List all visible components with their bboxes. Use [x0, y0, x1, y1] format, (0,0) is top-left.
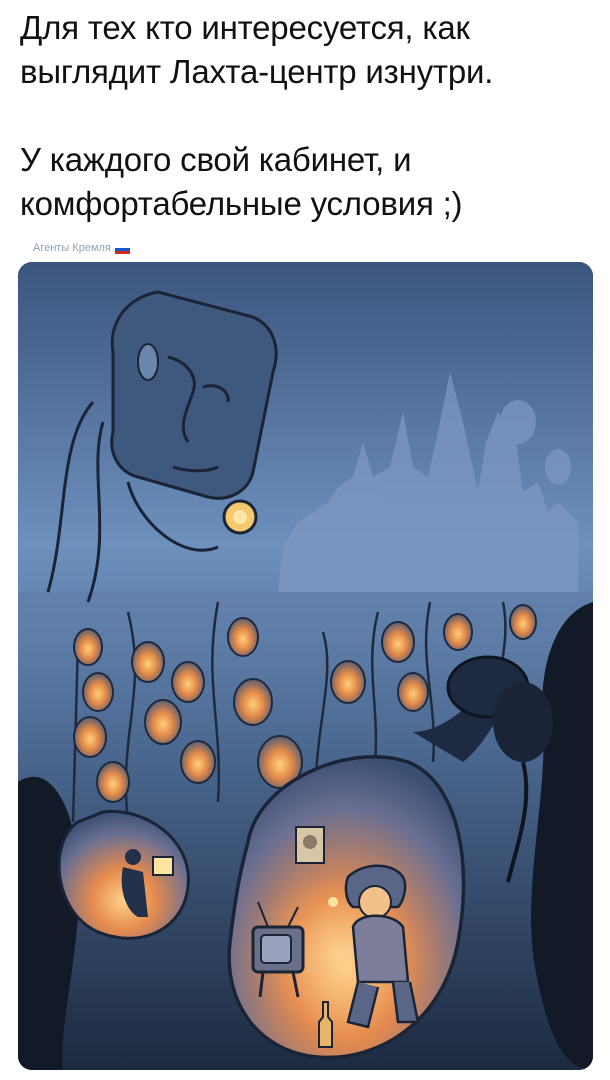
source-caption[interactable]: Агенты Кремля	[33, 242, 130, 254]
post-text-line: Для тех кто интересуется, как	[20, 9, 470, 46]
post-text: Для тех кто интересуется, как выглядит Л…	[20, 6, 595, 226]
post-text-line: выглядит Лахта-центр изнутри.	[20, 53, 494, 90]
post-text-line: У каждого свой кабинет, и	[20, 141, 412, 178]
post-image[interactable]	[18, 262, 593, 1070]
russian-flag-icon	[114, 244, 130, 254]
source-label[interactable]: Агенты Кремля	[33, 242, 111, 254]
illustration-svg	[18, 262, 593, 1070]
post-text-line: комфортабельные условия ;)	[20, 185, 463, 222]
flag-stripe	[114, 250, 130, 254]
